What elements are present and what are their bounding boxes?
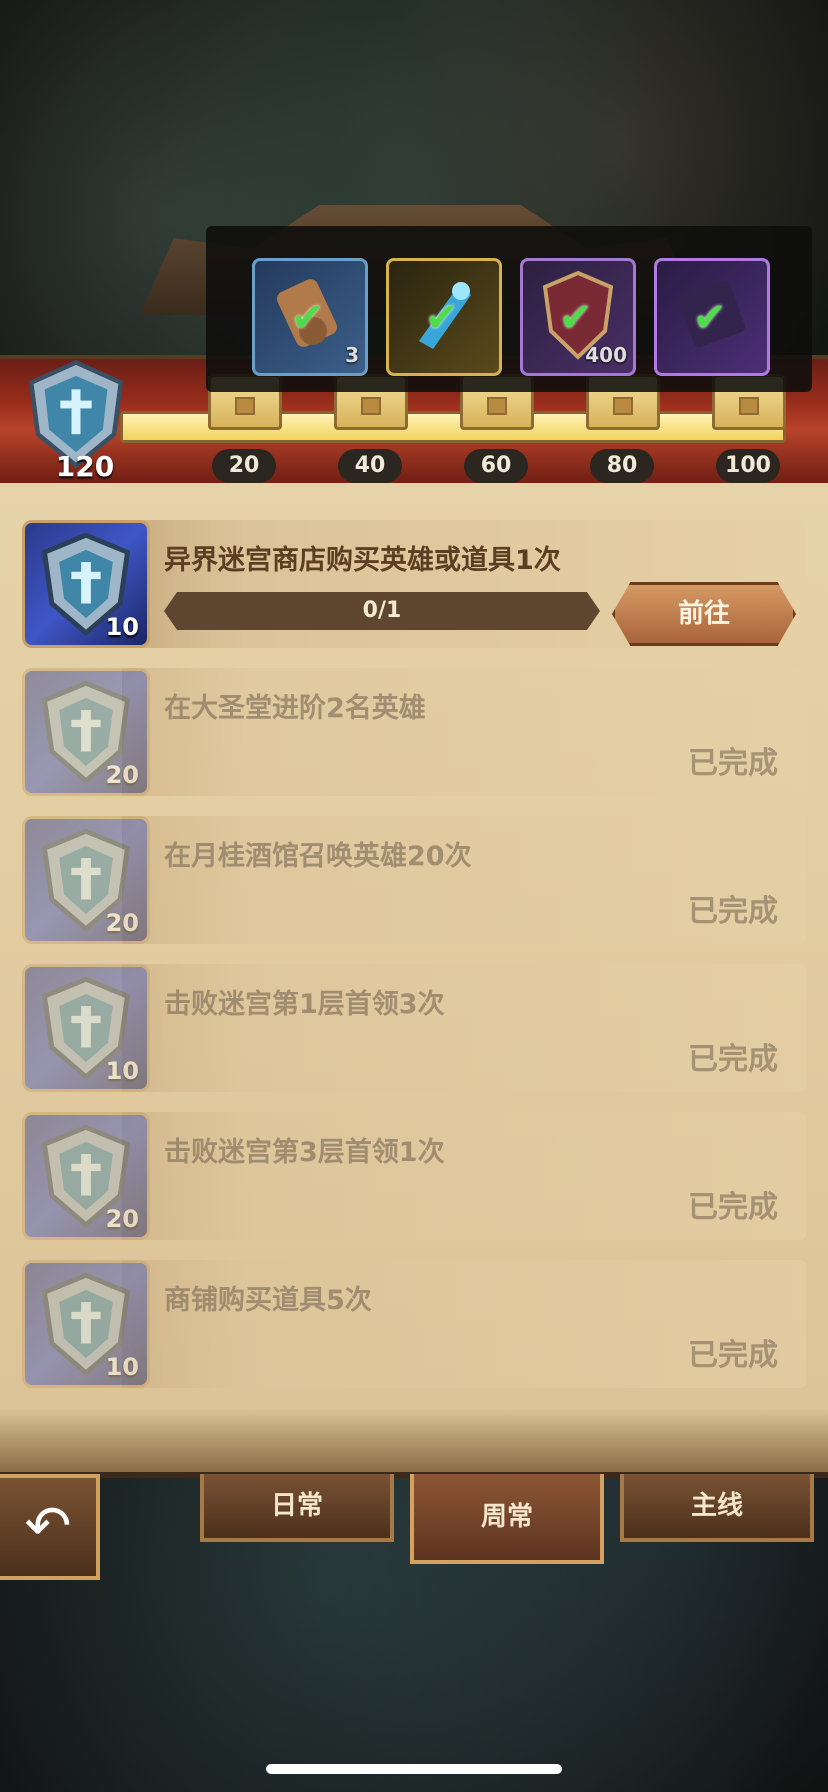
task-shield-icon: 10 — [22, 520, 150, 648]
milestone-label: 40 — [338, 449, 402, 483]
task-points: 10 — [105, 613, 139, 641]
task-points: 20 — [105, 1205, 139, 1233]
task-title: 异界迷宫商店购买英雄或道具1次 — [164, 545, 561, 576]
claimed-check-icon: ✔ — [425, 295, 459, 341]
reward-slot[interactable]: ✔ — [386, 258, 502, 376]
task-title: 商铺购买道具5次 — [164, 1285, 372, 1316]
task-status: 已完成 — [688, 1338, 778, 1373]
weekly-points: 120 — [55, 450, 115, 483]
task-status: 已完成 — [688, 746, 778, 781]
reward-slot[interactable]: ✔ 400 — [520, 258, 636, 376]
reward-slot[interactable]: ✔ — [654, 258, 770, 376]
task-row: 10 异界迷宫商店购买英雄或道具1次 0/1 前往 — [22, 520, 806, 648]
task-shield-icon: 10 — [22, 1260, 150, 1388]
reward-slot[interactable]: ✔ 3 — [252, 258, 368, 376]
go-button[interactable]: 前往 — [612, 582, 796, 646]
milestone-label: 80 — [590, 449, 654, 483]
back-arrow-icon[interactable]: ↶ — [0, 1474, 100, 1580]
task-row: 10 击败迷宫第1层首领3次 已完成 — [22, 964, 806, 1092]
task-title: 在月桂酒馆召唤英雄20次 — [164, 841, 472, 872]
task-row: 10 商铺购买道具5次 已完成 — [22, 1260, 806, 1388]
tab-daily[interactable]: 日常 — [200, 1474, 394, 1542]
task-points: 20 — [105, 909, 139, 937]
task-row: 20 在大圣堂进阶2名英雄 已完成 — [22, 668, 806, 796]
milestone-label: 100 — [716, 449, 780, 483]
task-shield-icon: 10 — [22, 964, 150, 1092]
reward-qty: 3 — [345, 343, 359, 367]
home-indicator[interactable] — [266, 1764, 562, 1774]
claimed-check-icon: ✔ — [291, 295, 325, 341]
claimed-check-icon: ✔ — [559, 295, 593, 341]
reward-popup: ✔ 3 ✔ ✔ 400 ✔ — [206, 226, 812, 392]
milestone-label: 60 — [464, 449, 528, 483]
tab-main[interactable]: 主线 — [620, 1474, 814, 1542]
task-points: 10 — [105, 1057, 139, 1085]
task-row: 20 在月桂酒馆召唤英雄20次 已完成 — [22, 816, 806, 944]
task-shield-icon: 20 — [22, 816, 150, 944]
task-title: 击败迷宫第3层首领1次 — [164, 1137, 445, 1168]
task-status: 已完成 — [688, 1042, 778, 1077]
task-row: 20 击败迷宫第3层首领1次 已完成 — [22, 1112, 806, 1240]
task-shield-icon: 20 — [22, 1112, 150, 1240]
task-shield-icon: 20 — [22, 668, 150, 796]
task-title: 击败迷宫第1层首领3次 — [164, 989, 445, 1020]
panel-bottom-edge — [0, 1410, 828, 1478]
task-progress-text: 0/1 — [362, 598, 402, 623]
task-status: 已完成 — [688, 894, 778, 929]
claimed-check-icon: ✔ — [693, 295, 727, 341]
task-points: 20 — [105, 761, 139, 789]
milestone-label: 20 — [212, 449, 276, 483]
task-status: 已完成 — [688, 1190, 778, 1225]
task-points: 10 — [105, 1353, 139, 1381]
task-progress-bar: 0/1 — [164, 592, 600, 630]
reward-qty: 400 — [585, 343, 627, 367]
tab-weekly[interactable]: 周常 — [410, 1474, 604, 1564]
task-title: 在大圣堂进阶2名英雄 — [164, 693, 426, 724]
